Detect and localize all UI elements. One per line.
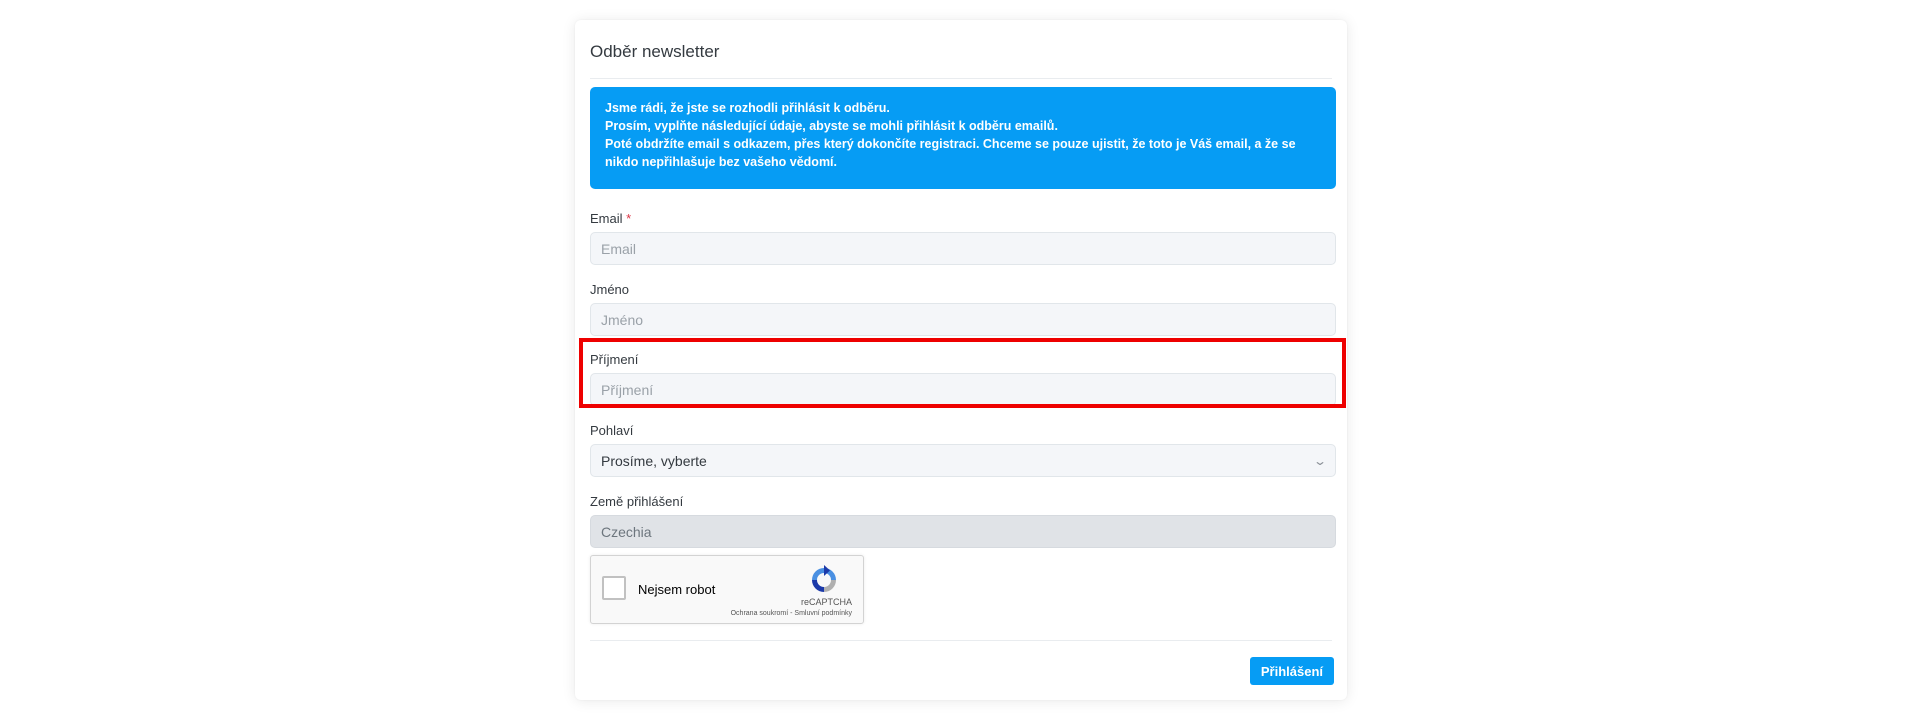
footer-divider bbox=[590, 640, 1332, 641]
country-label: Země přihlášení bbox=[590, 494, 684, 509]
info-line-2: Prosím, vyplňte následující údaje, abyst… bbox=[605, 119, 1058, 133]
recaptcha-links[interactable]: Ochrana soukromí - Smluvní podmínky bbox=[731, 610, 852, 617]
first-name-input[interactable] bbox=[590, 303, 1336, 336]
chevron-down-icon: ⌄ bbox=[1312, 453, 1328, 468]
country-value: Czechia bbox=[601, 523, 652, 540]
required-mark: * bbox=[626, 211, 632, 226]
card-title: Odběr newsletter bbox=[590, 42, 720, 61]
last-name-input[interactable] bbox=[590, 373, 1336, 406]
recaptcha-logo-icon bbox=[812, 565, 836, 592]
email-label: Email * bbox=[590, 211, 631, 226]
info-alert: Jsme rádi, že jste se rozhodli přihlásit… bbox=[590, 87, 1336, 189]
recaptcha-brand: reCAPTCHA bbox=[800, 597, 852, 607]
gender-select[interactable]: Prosíme, vyberte ⌄ bbox=[590, 444, 1336, 477]
first-name-label: Jméno bbox=[590, 282, 630, 297]
gender-label: Pohlaví bbox=[590, 423, 634, 438]
email-label-text: Email bbox=[590, 211, 623, 226]
title-divider bbox=[590, 78, 1332, 79]
info-line-3: Poté obdržíte email s odkazem, přes kter… bbox=[605, 137, 1296, 169]
submit-button[interactable]: Přihlášení bbox=[1249, 657, 1334, 685]
info-line-1: Jsme rádi, že jste se rozhodli přihlásit… bbox=[605, 101, 890, 115]
email-input[interactable] bbox=[590, 232, 1336, 265]
newsletter-card: Odběr newsletter Jsme rádi, že jste se r… bbox=[575, 20, 1347, 700]
country-field: Czechia bbox=[590, 515, 1336, 548]
recaptcha-checkbox[interactable] bbox=[602, 576, 626, 600]
gender-selected-value: Prosíme, vyberte bbox=[601, 452, 707, 469]
recaptcha-label: Nejsem robot bbox=[638, 582, 716, 597]
recaptcha-widget: Nejsem robot reCAPTCHA Ochrana soukromí … bbox=[590, 555, 864, 624]
last-name-label: Příjmení bbox=[590, 352, 639, 367]
